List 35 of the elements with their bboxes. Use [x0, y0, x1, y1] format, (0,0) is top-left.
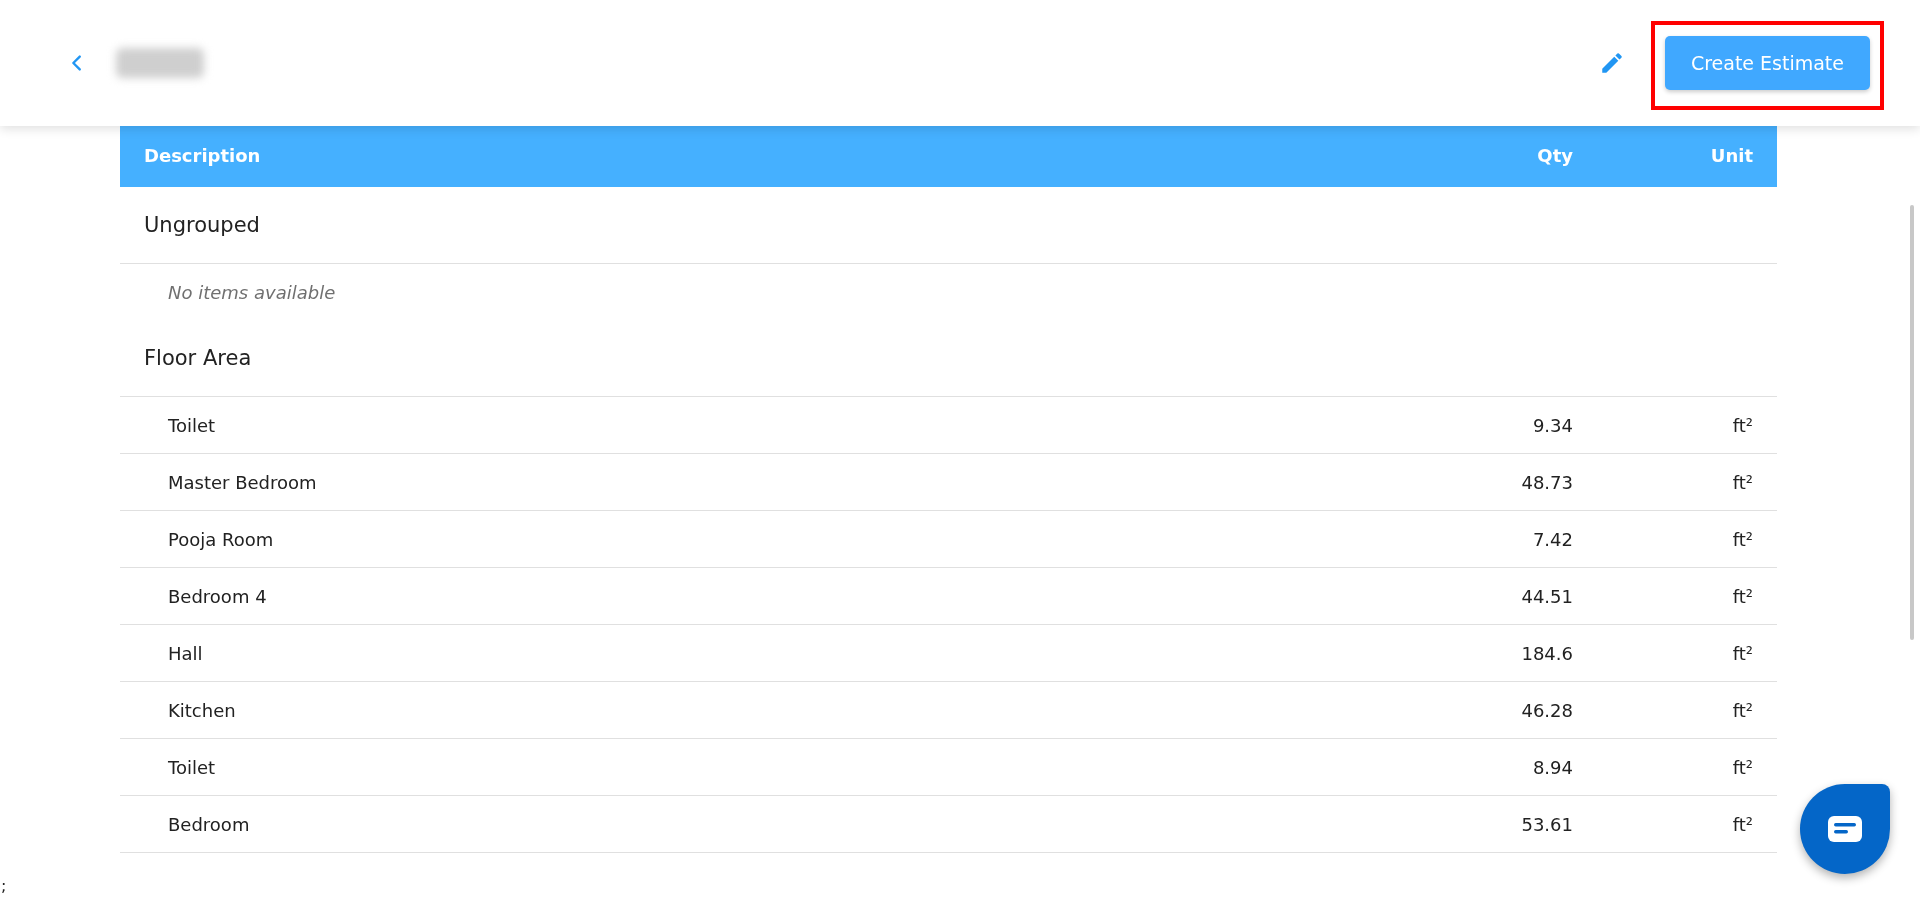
table-cell: Master Bedroom — [168, 471, 317, 493]
table-cell: 46.28 — [1521, 699, 1573, 721]
table-cell: ft² — [1732, 756, 1753, 778]
table-cell: ft² — [1732, 699, 1753, 721]
create-estimate-button[interactable]: Create Estimate — [1664, 36, 1870, 90]
table-cell: Toilet — [168, 414, 216, 436]
table-cell: 44.51 — [1521, 585, 1573, 607]
group-title: Ungrouped — [144, 213, 260, 237]
table-cell: 8.94 — [1532, 756, 1573, 778]
table-cell: ft² — [1732, 471, 1753, 493]
scrollbar[interactable] — [1910, 205, 1914, 640]
table-cell: 9.34 — [1532, 414, 1573, 436]
table-cell: ft² — [1732, 813, 1753, 835]
group-title: Floor Area — [144, 346, 252, 370]
column-header: Description — [144, 145, 261, 166]
table-cell: 7.42 — [1532, 528, 1573, 550]
table-cell: Kitchen — [168, 699, 236, 721]
column-header: Qty — [1537, 145, 1573, 166]
table-cell: Bedroom — [168, 813, 250, 835]
table-cell: 53.61 — [1521, 813, 1573, 835]
chat-button[interactable] — [1800, 784, 1890, 874]
table-cell: ft² — [1732, 414, 1753, 436]
column-header: Unit — [1710, 145, 1753, 166]
table-cell: ft² — [1732, 585, 1753, 607]
table-cell: Bedroom 4 — [168, 585, 267, 607]
table-cell: 184.6 — [1521, 642, 1573, 664]
table-cell: ft² — [1732, 528, 1753, 550]
table-cell: Hall — [168, 642, 203, 664]
table-cell: ft² — [1732, 642, 1753, 664]
table-cell: Toilet — [168, 756, 216, 778]
message-icon — [1827, 815, 1863, 843]
table-cell: Pooja Room — [168, 528, 274, 550]
table-cell: 48.73 — [1521, 471, 1573, 493]
empty-message: No items available — [168, 281, 336, 303]
stray-text: ; — [1, 876, 7, 895]
